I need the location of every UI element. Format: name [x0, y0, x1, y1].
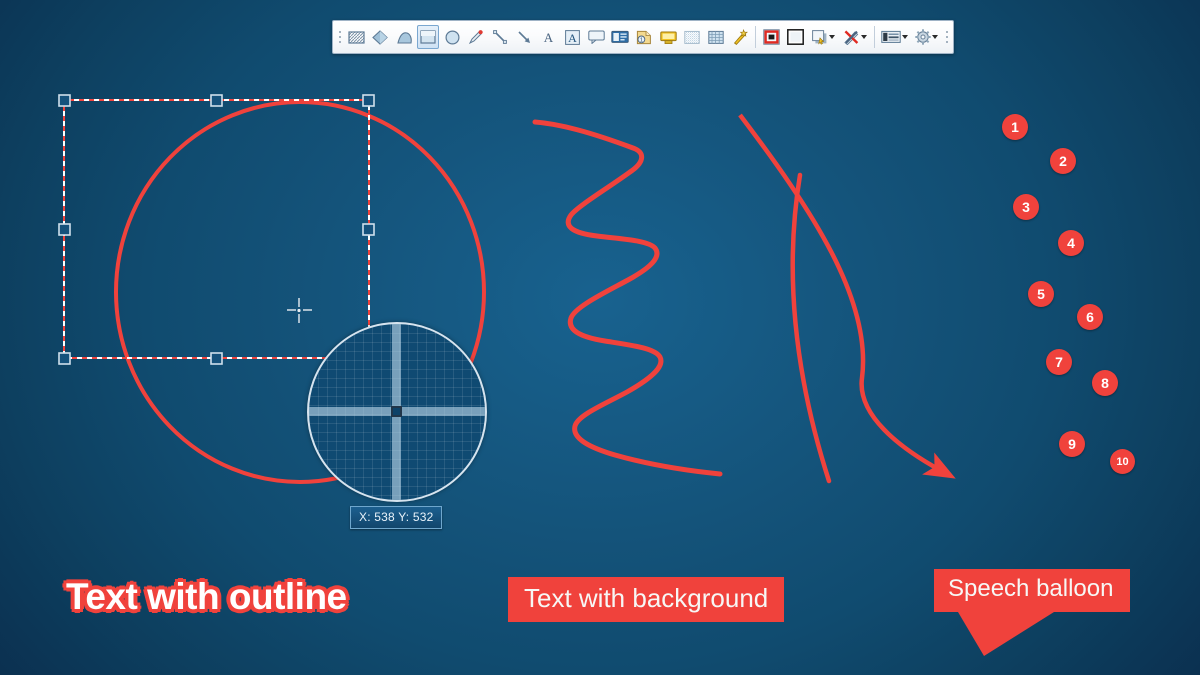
numbered-stamp-9[interactable]: 9 [1059, 431, 1085, 457]
shadow-button[interactable] [808, 25, 838, 49]
tools-button[interactable] [840, 25, 870, 49]
hatched-rectangle-button[interactable] [345, 25, 367, 49]
svg-text:A: A [543, 30, 553, 44]
pixelate-button[interactable] [705, 25, 727, 49]
chevron-down-icon[interactable] [932, 35, 938, 39]
speech-balloon-label: Speech balloon [934, 569, 1130, 612]
text-box-icon: A [565, 30, 580, 45]
numbered-stamp-3[interactable]: 3 [1013, 194, 1039, 220]
speech-balloon-icon [588, 30, 605, 44]
highlight-button[interactable] [657, 25, 679, 49]
line-width-button[interactable] [879, 25, 909, 49]
pixelate-icon [708, 30, 724, 45]
handle-middle-left [59, 224, 70, 235]
numbered-stamp-5[interactable]: 5 [1028, 281, 1054, 307]
magnifier-hotspot [391, 406, 402, 417]
toolbar-separator [874, 26, 875, 48]
handle-top-left [59, 95, 70, 106]
numbered-stamp-icon: 1 [636, 30, 652, 45]
numbered-stamp-7[interactable]: 7 [1046, 349, 1072, 375]
fill-color-icon [787, 29, 804, 45]
toolbar-separator [755, 26, 756, 48]
filled-polygon-button[interactable] [393, 25, 415, 49]
filled-polygon-icon [396, 30, 413, 45]
line-icon [492, 29, 508, 45]
magnifier-loupe [307, 322, 487, 502]
handle-middle-right [363, 224, 374, 235]
numbered-stamp-1[interactable]: 1 [1002, 114, 1028, 140]
toolbar-drag-handle[interactable] [335, 24, 344, 50]
numbered-stamp-4[interactable]: 4 [1058, 230, 1084, 256]
hatched-rectangle-icon [348, 30, 365, 45]
highlight-icon [660, 30, 677, 45]
line-width-icon [881, 30, 901, 44]
blur-icon [684, 30, 700, 45]
text-box-button[interactable]: A [561, 25, 583, 49]
curve-object-left[interactable] [793, 175, 829, 481]
svg-text:A: A [568, 31, 577, 45]
magic-wand-icon [732, 29, 748, 45]
toolbar-drag-handle[interactable] [942, 24, 951, 50]
text-button[interactable]: A [537, 25, 559, 49]
caption-button[interactable] [609, 25, 631, 49]
handle-bottom-center [211, 353, 222, 364]
text-icon: A [542, 30, 555, 44]
magic-wand-button[interactable] [729, 25, 751, 49]
canvas-stage[interactable]: X: 538 Y: 532 12345678910 Text with outl… [0, 0, 1200, 675]
numbered-stamp-8[interactable]: 8 [1092, 370, 1118, 396]
numbered-stamp-6[interactable]: 6 [1077, 304, 1103, 330]
crosshair-cursor [287, 298, 312, 323]
rectangle-button[interactable] [417, 25, 439, 49]
tools-icon [843, 29, 860, 45]
rectangle-object-selection[interactable] [64, 100, 369, 358]
pencil-icon [468, 29, 484, 45]
speech-balloon-tail [958, 612, 1054, 656]
line-button[interactable] [489, 25, 511, 49]
settings-gear-button[interactable] [911, 25, 941, 49]
numbered-stamp-button[interactable]: 1 [633, 25, 655, 49]
caption-icon [611, 30, 629, 44]
chevron-down-icon[interactable] [902, 35, 908, 39]
numbered-stamp-10[interactable]: 10 [1110, 449, 1135, 474]
speech-balloon-button[interactable] [585, 25, 607, 49]
line-color-icon [763, 29, 780, 45]
text-with-background-object[interactable]: Text with background [508, 577, 784, 622]
handle-bottom-left [59, 353, 70, 364]
handle-top-center [211, 95, 222, 106]
line-color-button[interactable] [760, 25, 782, 49]
speech-balloon-object[interactable]: Speech balloon [934, 569, 1130, 612]
coordinate-readout: X: 538 Y: 532 [350, 506, 442, 529]
text-with-outline-label: Text with outline [66, 576, 347, 617]
chevron-down-icon[interactable] [829, 35, 835, 39]
fill-color-button[interactable] [784, 25, 806, 49]
text-with-outline-object[interactable]: Text with outline [66, 576, 347, 618]
ellipse-icon [445, 30, 460, 45]
svg-text:1: 1 [640, 37, 643, 43]
arrow-curve-object[interactable] [740, 115, 940, 470]
ellipse-button[interactable] [441, 25, 463, 49]
filled-ellipse-button[interactable] [369, 25, 391, 49]
blur-button[interactable] [681, 25, 703, 49]
chevron-down-icon[interactable] [861, 35, 867, 39]
arrow-button[interactable] [513, 25, 535, 49]
numbered-stamp-2[interactable]: 2 [1050, 148, 1076, 174]
arrow-icon [516, 29, 532, 45]
freehand-zigzag-object[interactable] [535, 122, 720, 474]
settings-gear-icon [915, 29, 931, 45]
pencil-button[interactable] [465, 25, 487, 49]
handle-top-right [363, 95, 374, 106]
shadow-icon [811, 29, 828, 45]
rectangle-icon [420, 30, 436, 44]
filled-ellipse-icon [372, 30, 388, 45]
drawing-toolbar[interactable]: A A 1 [332, 20, 954, 54]
